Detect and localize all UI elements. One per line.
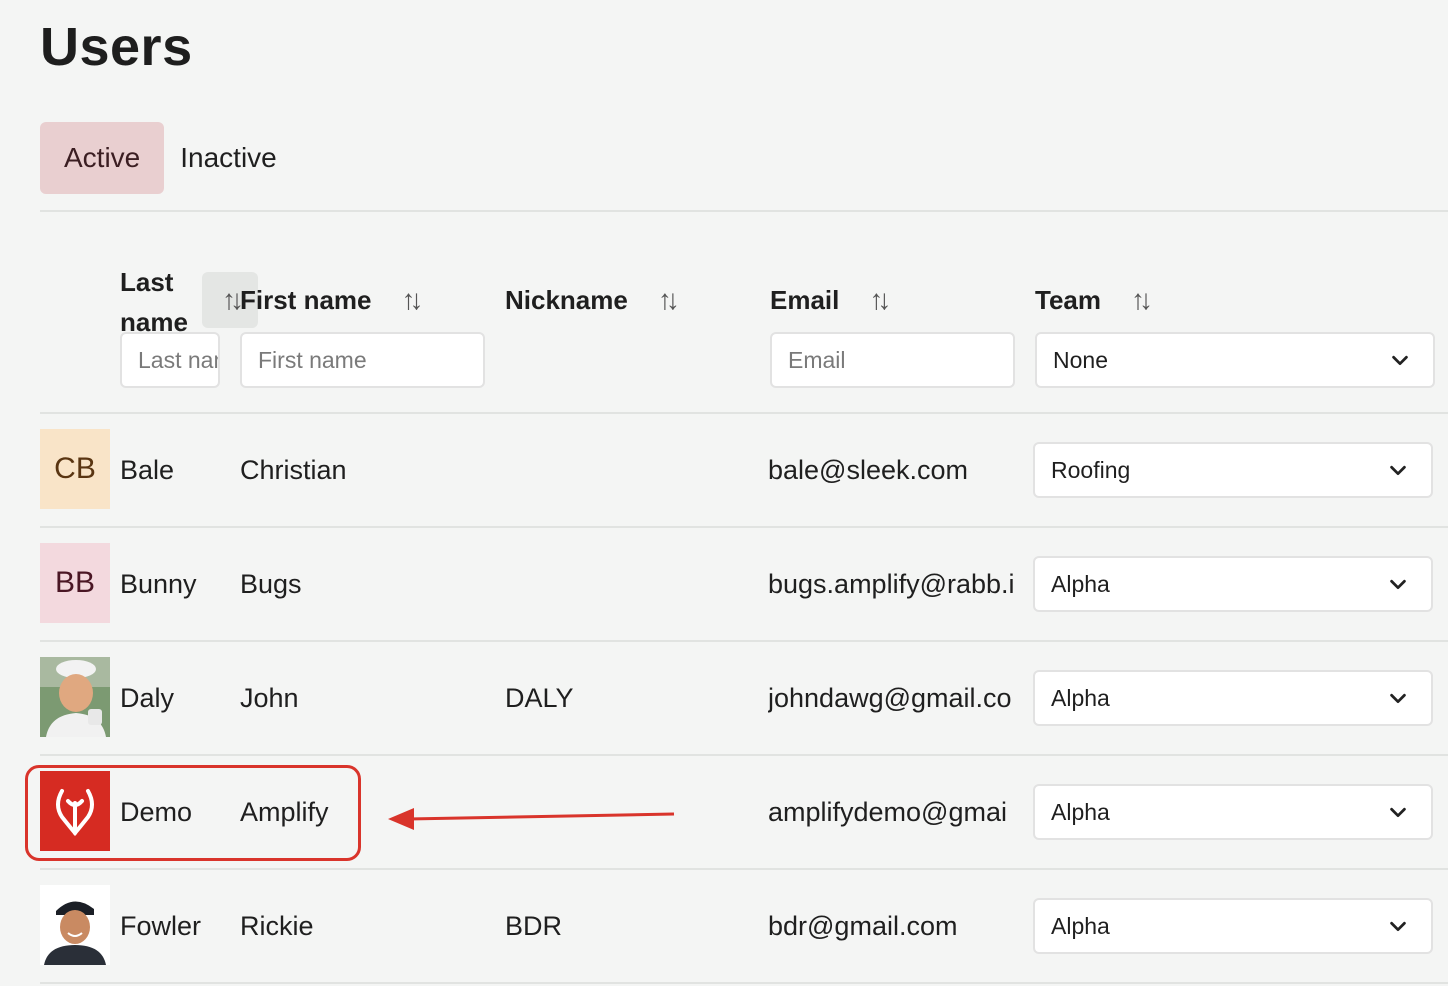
status-tabs: Active Inactive (40, 122, 301, 194)
email-cell: bugs.amplify@rabb.i (768, 568, 1015, 599)
nickname-cell: DALY (505, 682, 574, 713)
column-header-last-name[interactable]: Last name (120, 262, 200, 342)
column-header-nickname[interactable]: Nickname ↑↓ (505, 278, 684, 322)
tab-active[interactable]: Active (40, 122, 165, 194)
sort-nickname-icon[interactable]: ↑↓ (648, 278, 684, 322)
person-photo-icon (40, 885, 110, 965)
sort-first-name-icon[interactable]: ↑↓ (392, 278, 428, 322)
chevron-down-icon (1392, 355, 1408, 366)
team-select-value: Alpha (1051, 912, 1110, 939)
last-name-cell: Fowler (120, 910, 202, 941)
team-select[interactable]: Alpha (1033, 556, 1433, 612)
email-filter-input[interactable]: Email (770, 332, 1015, 388)
avatar (40, 885, 110, 965)
avatar: CB (40, 429, 110, 509)
first-name-cell: John (240, 682, 299, 713)
column-header-first-name-label: First name (240, 284, 372, 315)
avatar: BB (40, 543, 110, 623)
first-name-cell: Rickie (240, 910, 314, 941)
column-header-email[interactable]: Email ↑↓ (770, 278, 895, 322)
team-select-value: Alpha (1051, 570, 1110, 597)
email-cell: bdr@gmail.com (768, 910, 958, 941)
team-select-value: Alpha (1051, 684, 1110, 711)
column-header-team[interactable]: Team ↑↓ (1035, 278, 1157, 322)
avatar (40, 657, 110, 737)
page-title: Users (40, 17, 193, 77)
column-header-email-label: Email (770, 284, 840, 315)
email-cell: bale@sleek.com (768, 454, 968, 485)
sort-team-icon[interactable]: ↑↓ (1121, 278, 1157, 322)
chevron-down-icon (1390, 807, 1406, 818)
last-name-filter-input[interactable]: Last name (120, 332, 220, 388)
column-header-nickname-label: Nickname (505, 284, 628, 315)
table-row[interactable]: BB Bunny Bugs bugs.amplify@rabb.i Alpha (40, 527, 1448, 641)
team-select[interactable]: Alpha (1033, 898, 1433, 954)
email-cell: johndawg@gmail.co (768, 682, 1012, 713)
person-photo-icon (40, 657, 110, 737)
team-select-value: Alpha (1051, 798, 1110, 825)
annotation-arrow-icon (388, 808, 675, 830)
column-header-first-name[interactable]: First name ↑↓ (240, 278, 428, 322)
email-cell: amplifydemo@gmai (768, 796, 1007, 827)
team-filter-value: None (1053, 346, 1108, 373)
tab-inactive[interactable]: Inactive (180, 122, 301, 194)
first-name-cell: Christian (240, 454, 347, 485)
first-name-cell: Bugs (240, 568, 302, 599)
team-select-value: Roofing (1051, 456, 1131, 483)
chevron-down-icon (1390, 693, 1406, 704)
team-select[interactable]: Alpha (1033, 670, 1433, 726)
nickname-cell: BDR (505, 910, 563, 941)
chevron-down-icon (1390, 579, 1406, 590)
table-row[interactable]: CB Bale Christian bale@sleek.com Roofing (40, 413, 1448, 527)
chevron-down-icon (1390, 921, 1406, 932)
last-name-cell: Bale (120, 454, 175, 485)
first-name-filter-input[interactable]: First name (240, 332, 485, 388)
last-name-cell: Bunny (120, 568, 197, 599)
column-header-team-label: Team (1035, 284, 1101, 315)
row-divider (40, 982, 1448, 984)
team-filter-select[interactable]: None (1035, 332, 1435, 388)
last-name-cell: Daly (120, 682, 175, 713)
team-select[interactable]: Alpha (1033, 784, 1433, 840)
annotation-highlight-box (25, 765, 361, 861)
tabs-divider (40, 210, 1448, 212)
chevron-down-icon (1390, 465, 1406, 476)
sort-email-icon[interactable]: ↑↓ (859, 278, 895, 322)
table-row[interactable]: Daly John DALY johndawg@gmail.co Alpha (40, 641, 1448, 755)
table-row[interactable]: Fowler Rickie BDR bdr@gmail.com Alpha (40, 869, 1448, 983)
team-select[interactable]: Roofing (1033, 442, 1433, 498)
